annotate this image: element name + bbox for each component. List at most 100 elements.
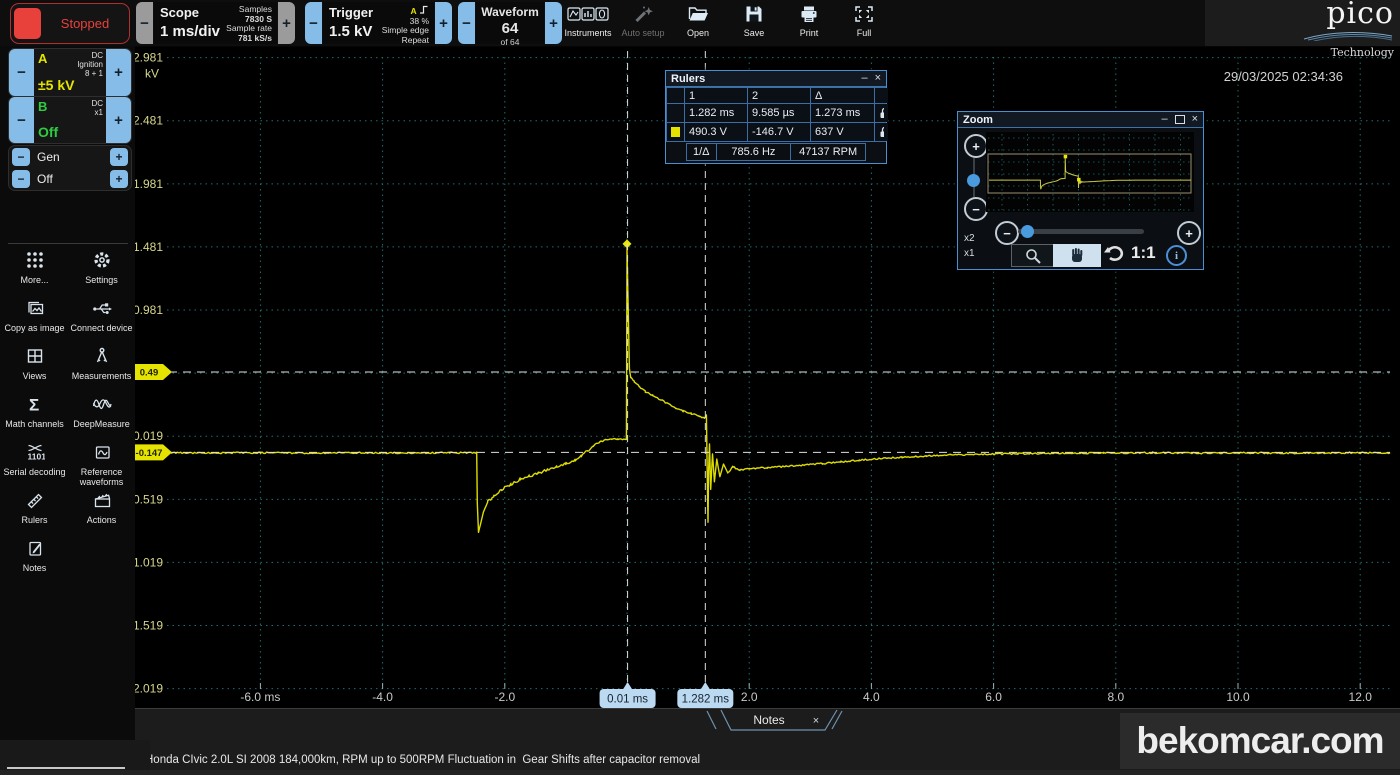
y-tick-label: -1.019	[135, 555, 163, 569]
zoom-in-horizontal-button[interactable]: +	[1177, 221, 1201, 245]
ruler-time-1: 1.282 ms	[685, 104, 747, 122]
channel-a-panel[interactable]: − A DC Ignition 8 + 1 ±5 kV +	[8, 48, 132, 97]
y-tick-label: -2.019	[135, 682, 163, 696]
inverse-delta-label: 1/Δ	[687, 144, 717, 160]
channel-a-increase-button[interactable]: +	[106, 49, 131, 96]
notes-tab-label: Notes	[753, 713, 784, 727]
x1-label: x1	[964, 248, 975, 259]
channel-b-increase-button[interactable]: +	[106, 97, 131, 143]
sidebar: − A DC Ignition 8 + 1 ±5 kV + − B DC x1	[0, 46, 135, 775]
trigger-decrease-button[interactable]: −	[305, 2, 322, 44]
y-tick-label: -0.519	[135, 492, 163, 506]
scope-decrease-button[interactable]: −	[136, 2, 153, 44]
waveform-panel[interactable]: Waveform 64 of 64	[476, 2, 544, 44]
x-tick-label: 8.0	[1107, 690, 1124, 704]
sidebar-item-views[interactable]: Views	[1, 344, 68, 392]
full-label: Full	[836, 28, 892, 38]
math-channels-label: Math channels	[1, 419, 68, 429]
close-icon[interactable]: ×	[875, 73, 881, 84]
scope-increase-button[interactable]: +	[278, 2, 295, 44]
mini-marker-icon	[1064, 155, 1068, 159]
deepmeasure-icon	[68, 392, 135, 419]
ruler-voltage-delta: 637 V	[811, 123, 874, 141]
open-button[interactable]: Open	[670, 2, 726, 44]
time-ruler-pointer	[700, 682, 710, 690]
sidebar-item-reference-waveforms[interactable]: Reference waveforms	[68, 440, 135, 488]
ruler-voltage-1: 490.3 V	[685, 123, 747, 141]
lock-icon[interactable]	[879, 107, 884, 119]
trigger-increase-button[interactable]: +	[435, 2, 452, 44]
zoom-panel[interactable]: Zoom – × + − − + x2 x1	[957, 111, 1204, 270]
undo-icon[interactable]	[1103, 243, 1127, 263]
gen-off-increase-button[interactable]: +	[110, 170, 128, 188]
instruments-button[interactable]: Instruments	[560, 2, 616, 44]
sidebar-item-actions[interactable]: Actions	[68, 488, 135, 536]
notes-tab[interactable]: Notes ×	[701, 708, 851, 734]
sidebar-item-serial-decoding[interactable]: 1101Serial decoding	[1, 440, 68, 488]
horizontal-zoom-thumb[interactable]	[1021, 225, 1034, 238]
actions-label: Actions	[68, 515, 135, 525]
stopped-label: Stopped	[41, 16, 129, 31]
close-icon[interactable]: ×	[1192, 114, 1198, 125]
print-button[interactable]: Print	[781, 2, 837, 44]
horizontal-zoom-track[interactable]	[1018, 229, 1144, 234]
maximize-icon[interactable]	[1175, 115, 1185, 124]
sidebar-item-more[interactable]: More...	[1, 248, 68, 296]
zoom-out-vertical-button[interactable]: −	[964, 197, 988, 221]
y-tick-label: 2.981	[135, 51, 163, 65]
magnifier-icon	[1024, 247, 1042, 265]
sidebar-item-settings[interactable]: Settings	[68, 248, 135, 296]
trigger-panel[interactable]: Trigger 1.5 kV A 38 % Simple edge Repeat	[323, 2, 434, 44]
notes-label: Notes	[1, 563, 68, 573]
sidebar-item-rulers[interactable]: Rulers	[1, 488, 68, 536]
y-tick-label: 0.981	[135, 303, 163, 317]
picoscope-window: Stopped − Scope 1 ms/div Samples 7830 S …	[0, 0, 1400, 775]
x-tick-label: 10.0	[1226, 690, 1250, 704]
vertical-zoom-thumb[interactable]	[967, 174, 980, 187]
gen-increase-button[interactable]: +	[110, 148, 128, 166]
waveform-previous-button[interactable]: −	[458, 2, 475, 44]
sidebar-item-deepmeasure[interactable]: DeepMeasure	[68, 392, 135, 440]
zoom-tool-button[interactable]	[1011, 244, 1055, 267]
rulers-panel-titlebar[interactable]: Rulers – ×	[666, 71, 886, 87]
x-tick-label: -2.0	[494, 690, 515, 704]
channel-b-panel[interactable]: − B DC x1 Off +	[8, 96, 132, 144]
gen-decrease-button[interactable]: −	[12, 148, 30, 166]
minimize-icon[interactable]: –	[1161, 114, 1167, 125]
splitter-handle[interactable]	[7, 767, 125, 769]
channel-b-decrease-button[interactable]: −	[9, 97, 34, 143]
sidebar-item-notes[interactable]: Notes	[1, 536, 68, 584]
x2-label: x2	[964, 233, 975, 244]
channel-a-decrease-button[interactable]: −	[9, 49, 34, 96]
x-tick-label: -6.0 ms	[240, 690, 280, 704]
zoom-out-horizontal-button[interactable]: −	[995, 221, 1019, 245]
zoom-region[interactable]	[988, 154, 1191, 193]
zoom-in-vertical-button[interactable]: +	[964, 134, 988, 158]
sidebar-item-math-channels[interactable]: ΣMath channels	[1, 392, 68, 440]
full-button[interactable]: Full	[836, 2, 892, 44]
ruler-time-delta: 1.273 ms	[811, 104, 874, 122]
voltage-ruler-value: 0.49	[140, 367, 159, 378]
scope-panel[interactable]: Scope 1 ms/div Samples 7830 S Sample rat…	[154, 2, 277, 44]
notes-text[interactable]: Honda CIvic 2.0L SI 2008 184,000km, RPM …	[145, 720, 700, 775]
zoom-overview-map[interactable]	[986, 132, 1194, 212]
minimize-icon[interactable]: –	[861, 73, 867, 84]
rulers-panel[interactable]: Rulers – × 1 2 Δ 1.282 ms 9.585 µs 1.273…	[665, 70, 887, 164]
save-icon	[726, 2, 782, 28]
sidebar-item-copy-as-image[interactable]: Copy as image	[1, 296, 68, 344]
connect-device-icon	[68, 296, 135, 323]
measurements-label: Measurements	[68, 371, 135, 381]
bottom-left-resize-area	[0, 740, 150, 770]
hand-icon	[1069, 247, 1085, 264]
stopped-button[interactable]: Stopped	[10, 3, 130, 44]
gen-off-decrease-button[interactable]: −	[12, 170, 30, 188]
lock-icon[interactable]	[879, 126, 884, 138]
sidebar-item-connect-device[interactable]: Connect device	[68, 296, 135, 344]
zoom-panel-titlebar[interactable]: Zoom – ×	[958, 112, 1203, 128]
channel-b-info: DC x1	[91, 99, 103, 117]
save-button[interactable]: Save	[726, 2, 782, 44]
sidebar-item-measurements[interactable]: Measurements	[68, 344, 135, 392]
info-icon[interactable]: i	[1166, 245, 1187, 266]
pan-tool-button[interactable]	[1053, 244, 1101, 267]
zoom-ratio-label[interactable]: 1:1	[1131, 243, 1156, 263]
